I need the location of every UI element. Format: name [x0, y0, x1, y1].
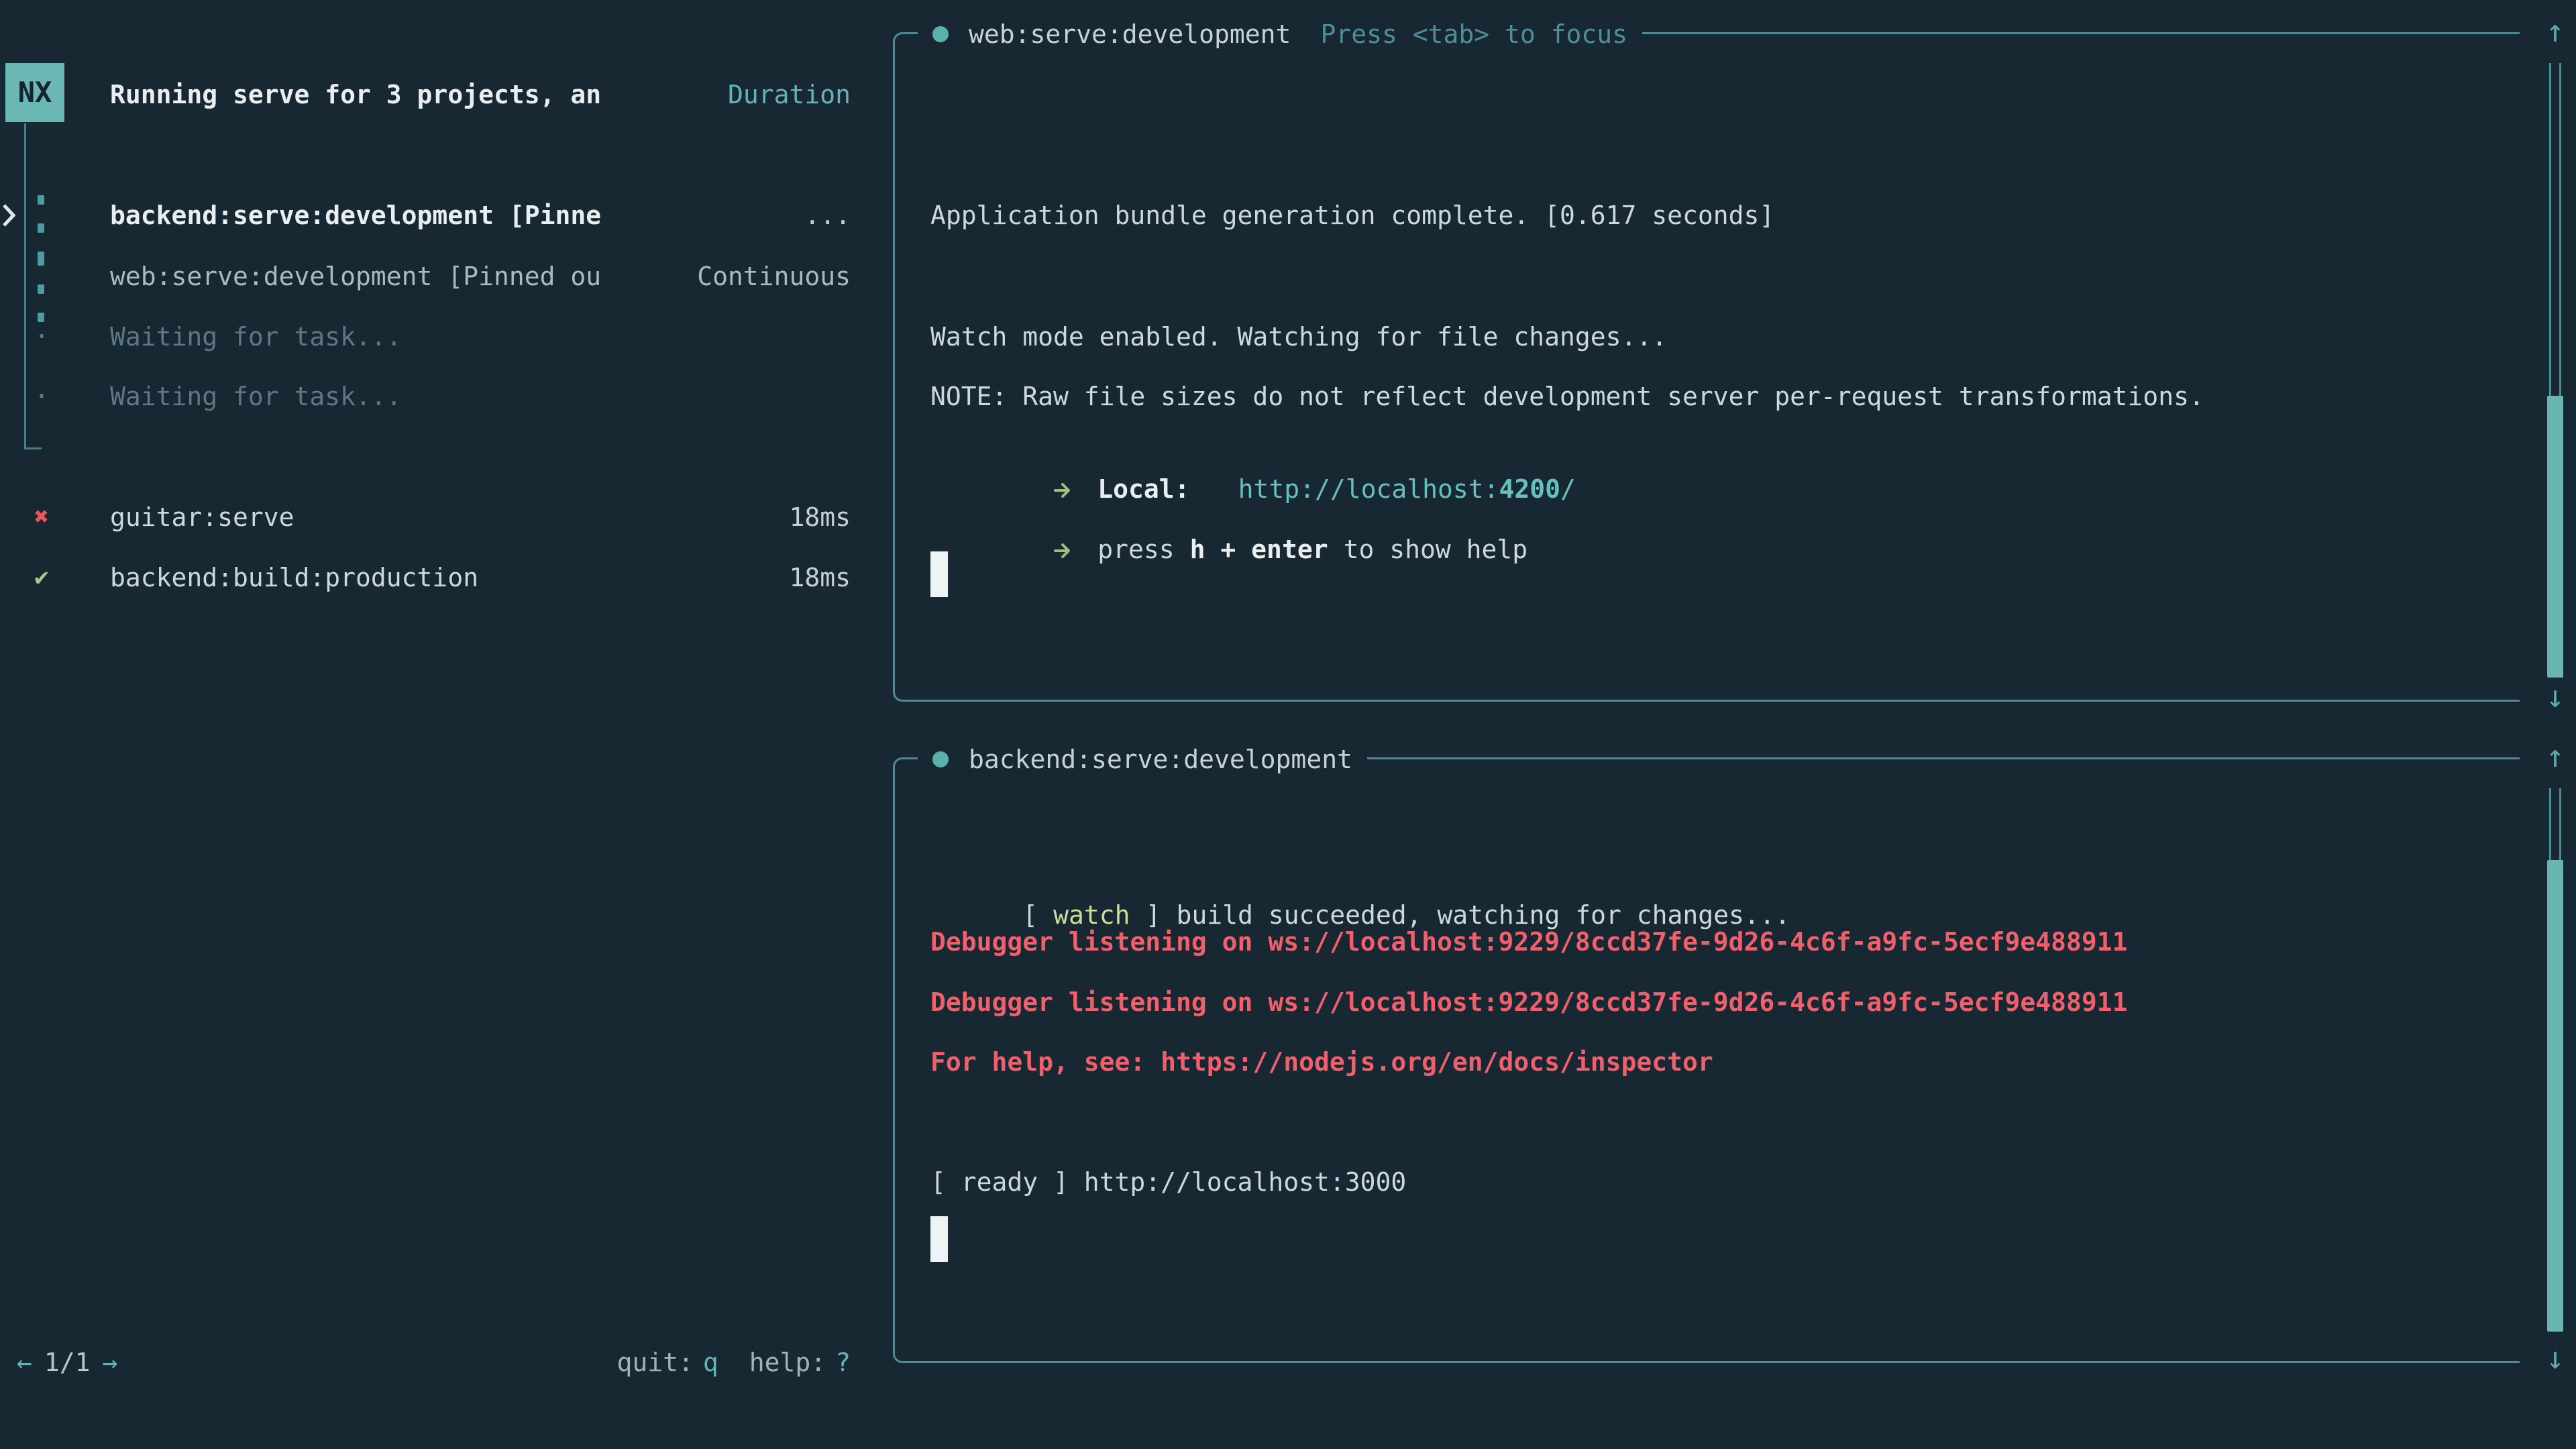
log-line-note: NOTE: Raw file sizes do not reflect deve…	[930, 380, 2204, 413]
waiting-bullet-icon: ·	[27, 380, 56, 413]
task-running-dot-icon	[932, 751, 949, 767]
quit-key: q	[703, 1348, 718, 1377]
task-list-header: Running serve for 3 projects, an Duratio…	[0, 78, 851, 111]
quit-hint-label: quit:	[616, 1348, 693, 1377]
task-duration-value: 18ms	[789, 561, 851, 594]
help-hint-label: help:	[749, 1348, 826, 1377]
running-indicator-icon	[38, 256, 44, 322]
terminal-cursor	[930, 1216, 948, 1262]
task-row-backend-build[interactable]: ✔ backend:build:production 18ms	[0, 561, 851, 594]
task-failed-icon: ✖	[27, 501, 56, 533]
local-label: Local:	[1097, 474, 1189, 504]
task-row-waiting-1[interactable]: · Waiting for task...	[0, 321, 851, 353]
task-label: guitar:serve	[110, 501, 294, 533]
pane-header: web:serve:development Press <tab> to foc…	[918, 17, 1642, 52]
task-row-web-serve[interactable]: web:serve:development [Pinned ou Continu…	[0, 260, 851, 292]
task-status-value: Continuous	[697, 260, 851, 292]
selected-task-pointer-icon	[1, 203, 16, 227]
arrow-right-icon	[1053, 480, 1073, 500]
task-row-backend-serve[interactable]: backend:serve:development [Pinne ...	[0, 199, 851, 231]
task-row-waiting-2[interactable]: · Waiting for task...	[0, 380, 851, 413]
duration-column-header: Duration	[728, 78, 851, 111]
scroll-up-arrow[interactable]: ↑	[2535, 15, 2575, 47]
task-label: backend:build:production	[110, 561, 478, 594]
log-line-inspector-help: For help, see: https://nodejs.org/en/doc…	[930, 1046, 1713, 1078]
scroll-down-arrow[interactable]: ↓	[2535, 1342, 2575, 1374]
task-label: Waiting for task...	[110, 380, 402, 413]
nx-tui-screen: NX Running serve for 3 projects, an Dura…	[0, 0, 2576, 1449]
output-pane-web-serve[interactable]: web:serve:development Press <tab> to foc…	[893, 32, 2520, 702]
task-status-value: ...	[804, 199, 851, 231]
log-line-ready: [ ready ] http://localhost:3000	[930, 1166, 1406, 1198]
log-line-debugger-2: Debugger listening on ws://localhost:922…	[930, 986, 2127, 1018]
help-text-post: to show help	[1344, 535, 1528, 564]
pane-title: web:serve:development	[969, 18, 1291, 50]
terminal-cursor	[930, 551, 948, 597]
scrollbar-track[interactable]	[2549, 788, 2561, 860]
scrollbar-thumb[interactable]	[2547, 860, 2563, 1332]
log-line-help-hint: press h + enter to show help	[930, 501, 1527, 598]
task-row-guitar-serve[interactable]: ✖ guitar:serve 18ms	[0, 501, 851, 533]
pane-title: backend:serve:development	[969, 743, 1352, 775]
help-key: ?	[835, 1348, 851, 1377]
help-keys: h + enter	[1190, 535, 1328, 564]
scroll-up-arrow[interactable]: ↑	[2535, 740, 2575, 772]
task-success-icon: ✔	[27, 561, 56, 594]
scroll-down-arrow[interactable]: ↓	[2535, 680, 2575, 712]
task-list-title: Running serve for 3 projects, an	[110, 78, 601, 111]
task-tree-corner	[24, 447, 42, 449]
output-pane-backend-serve[interactable]: backend:serve:development [watch]build s…	[893, 757, 2520, 1363]
scrollbar-track[interactable]	[2549, 63, 2561, 396]
nx-logo: NX	[5, 63, 64, 122]
pane-header: backend:serve:development	[918, 742, 1367, 777]
log-line-bundle-complete: Application bundle generation complete. …	[930, 199, 1774, 231]
waiting-bullet-icon: ·	[27, 321, 56, 353]
help-text-pre: press	[1097, 535, 1174, 564]
arrow-right-icon	[1053, 541, 1073, 561]
log-line-watch-mode: Watch mode enabled. Watching for file ch…	[930, 321, 1667, 353]
task-label: Waiting for task...	[110, 321, 402, 353]
log-line-debugger-1: Debugger listening on ws://localhost:922…	[930, 926, 2127, 958]
focus-hint: Press <tab> to focus	[1320, 18, 1627, 50]
keybinding-hints: quit: q help:?	[0, 1346, 851, 1379]
running-indicator-icon	[38, 195, 44, 261]
localhost-4200-link[interactable]: http://localhost:4200/	[1238, 474, 1576, 504]
task-running-dot-icon	[932, 26, 949, 42]
task-label: web:serve:development [Pinned ou	[110, 260, 601, 292]
task-duration-value: 18ms	[789, 501, 851, 533]
task-label: backend:serve:development [Pinne	[110, 199, 601, 231]
scrollbar-thumb[interactable]	[2547, 396, 2563, 678]
